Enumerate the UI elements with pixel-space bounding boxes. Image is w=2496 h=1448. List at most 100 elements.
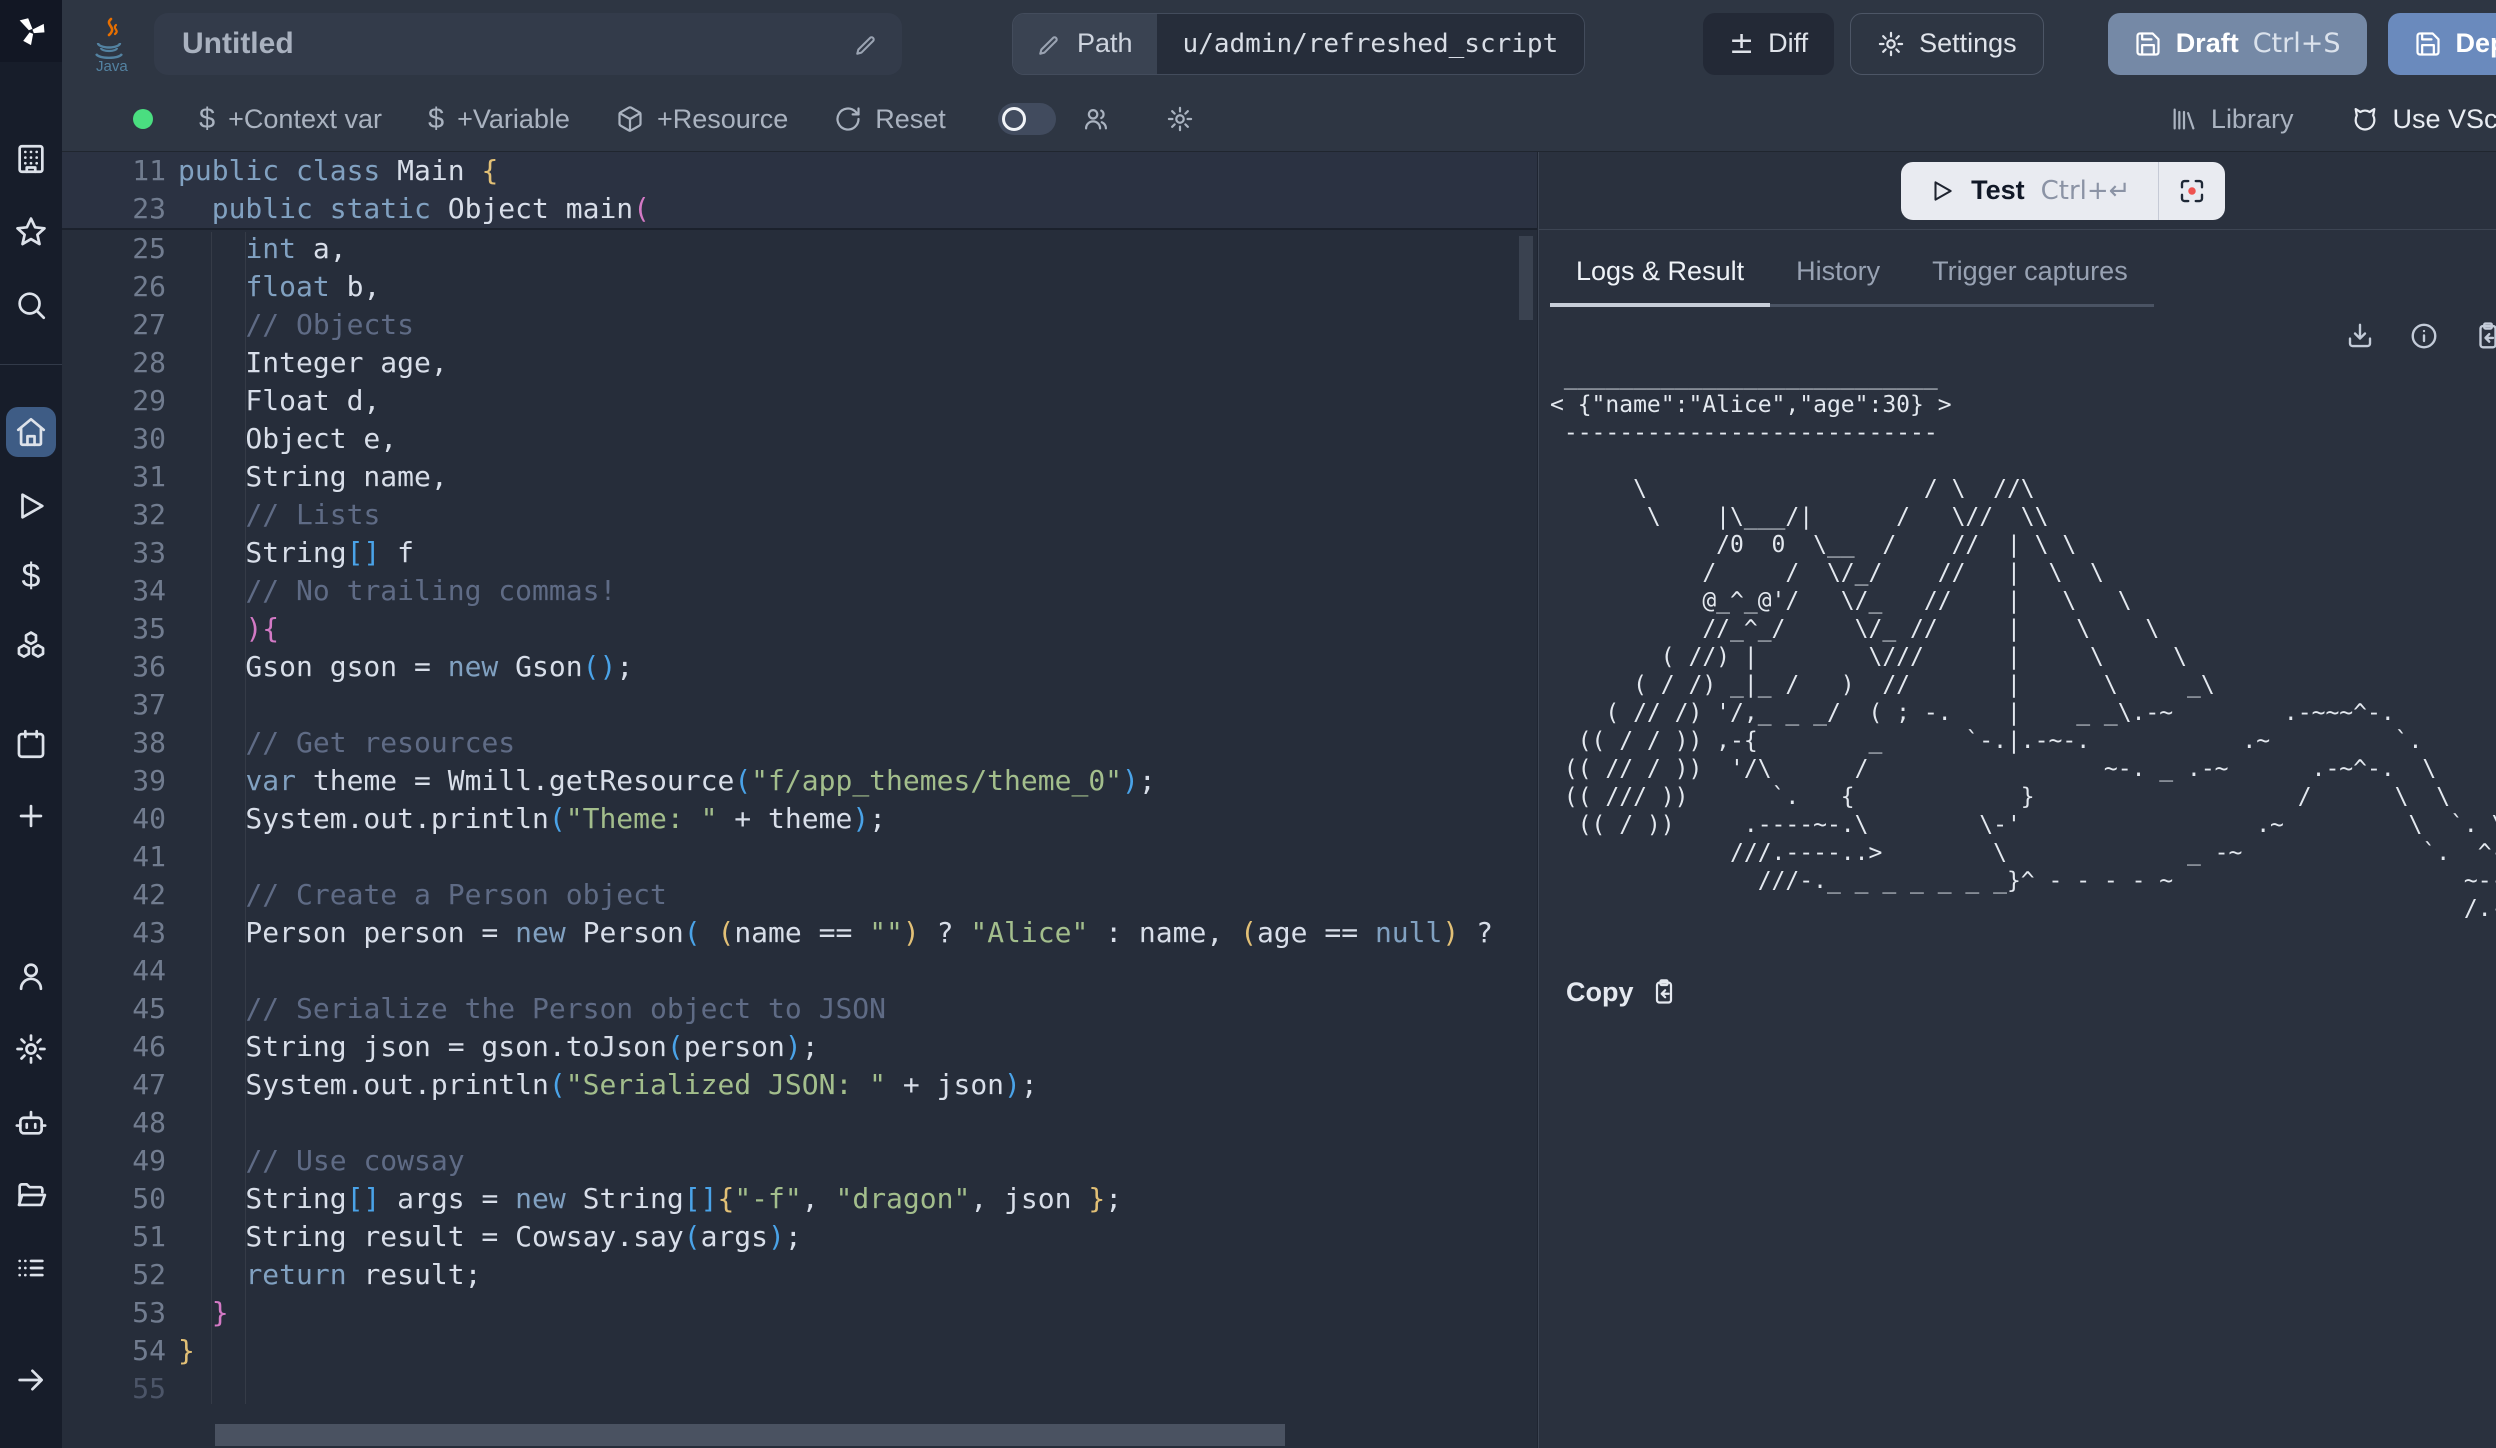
plus-icon[interactable] [14,799,48,833]
list-icon[interactable] [14,1251,48,1285]
settings-gear-icon[interactable] [14,1032,48,1066]
folder-open-icon[interactable] [14,1178,48,1212]
tab-history[interactable]: History [1770,246,1906,304]
code-line: 54} [62,1332,1537,1370]
star-icon[interactable] [14,215,48,249]
line-number: 30 [62,420,166,458]
code-line: 39 var theme = Wmill.getResource("f/app_… [62,762,1537,800]
code-line: 34 // No trailing commas! [62,572,1537,610]
path-label: Path [1077,28,1133,59]
resources-cubes-icon[interactable] [14,629,48,663]
schedules-calendar-icon[interactable] [14,727,48,761]
settings-button[interactable]: Settings [1850,13,2044,75]
java-language-icon: Java [86,15,132,73]
line-number: 38 [62,724,166,762]
code-line: 48 [62,1104,1537,1142]
code-line: 36 Gson gson = new Gson(); [62,648,1537,686]
deploy-button[interactable]: Deploy [2388,13,2496,75]
app-window: $ Java Untitled [0,0,2496,1448]
users-icon[interactable] [1082,105,1110,133]
script-title-input[interactable]: Untitled [154,13,902,75]
runs-play-icon[interactable] [14,489,48,523]
vscode-cat-icon [2351,105,2379,133]
code-line: 41 [62,838,1537,876]
result-actions [1538,307,2496,351]
tab-trigger-captures[interactable]: Trigger captures [1906,246,2154,304]
line-number: 50 [62,1180,166,1218]
line-number: 26 [62,268,166,306]
sidebar-item-home[interactable] [6,407,56,457]
code-line: 50 String[] args = new String[]{"-f", "d… [62,1180,1537,1218]
diff-icon: ± [1729,29,1754,59]
code-line: 26 float b, [62,268,1537,306]
reset-button[interactable]: Reset [834,104,946,135]
diff-button[interactable]: ± Diff [1703,13,1834,75]
collapse-arrow-right-icon[interactable] [14,1363,48,1397]
robot-icon[interactable] [14,1105,48,1139]
code-line: 43 Person person = new Person( (name == … [62,914,1537,952]
code-line: 46 String json = gson.toJson(person); [62,1028,1537,1066]
test-button[interactable]: Test Ctrl+↵ [1901,162,2158,220]
diff-mode-toggle[interactable] [998,103,1056,135]
status-dot [133,109,153,129]
line-number: 47 [62,1066,166,1104]
edit-title-pencil-icon[interactable] [854,31,880,57]
vertical-scrollbar[interactable] [1519,236,1533,320]
line-number: 42 [62,876,166,914]
download-icon[interactable] [2345,321,2375,351]
building-icon[interactable] [14,142,48,176]
variables-dollar-icon[interactable]: $ [22,559,41,593]
tab-logs-result[interactable]: Logs & Result [1550,246,1770,307]
focus-record-icon [2177,176,2207,206]
user-icon[interactable] [14,959,48,993]
edit-path-pencil-icon [1037,31,1063,57]
code-line: 47 System.out.println("Serialized JSON: … [62,1066,1537,1104]
sticky-scope-header: 11public class Main {23 public static Ob… [62,152,1537,230]
horizontal-scrollbar[interactable] [215,1424,1285,1446]
add-resource-button[interactable]: +Resource [616,104,788,135]
line-number: 45 [62,990,166,1028]
draft-shortcut: Ctrl+S [2253,28,2341,59]
sidebar: $ [0,0,62,1448]
code-line: 51 String result = Cowsay.say(args); [62,1218,1537,1256]
add-context-var-button[interactable]: $ +Context var [199,103,382,136]
code-line: 52 return result; [62,1256,1537,1294]
line-number: 51 [62,1218,166,1256]
diff-label: Diff [1768,28,1808,59]
draft-button[interactable]: Draft Ctrl+S [2108,13,2367,75]
code-line: 55 [62,1370,1537,1408]
copy-result-button[interactable]: Copy [1566,977,2496,1008]
info-icon[interactable] [2409,321,2439,351]
draft-label: Draft [2176,28,2239,59]
line-number: 43 [62,914,166,952]
line-number: 41 [62,838,166,876]
code-editor[interactable]: 11public class Main {23 public static Ob… [62,152,1537,1448]
capture-run-button[interactable] [2159,162,2225,220]
code-line: 38 // Get resources [62,724,1537,762]
result-panel: Test Ctrl+↵ Logs & ResultHisto [1537,152,2496,1448]
use-vscode-button[interactable]: Use VScode [2351,104,2496,135]
line-number: 44 [62,952,166,990]
path-input[interactable]: u/admin/refreshed_script [1157,14,1585,74]
search-icon[interactable] [14,288,48,322]
line-number: 37 [62,686,166,724]
path-edit-button[interactable]: Path [1013,14,1157,74]
code-line: 29 Float d, [62,382,1537,420]
settings-label: Settings [1919,28,2017,59]
line-number: 28 [62,344,166,382]
line-number: 27 [62,306,166,344]
library-button[interactable]: Library [2170,104,2294,135]
reset-label: Reset [875,104,946,135]
path-control: Path u/admin/refreshed_script [1012,13,1585,75]
code-lines[interactable]: 25 int a,26 float b,27 // Objects28 Inte… [62,230,1537,1408]
line-number: 32 [62,496,166,534]
editor-settings-gear-icon[interactable] [1166,105,1194,133]
windmill-logo-icon[interactable] [0,0,62,62]
clipboard-copy-icon[interactable] [2473,321,2496,351]
copy-label: Copy [1566,977,1634,1008]
code-line: 40 System.out.println("Theme: " + theme)… [62,800,1537,838]
code-line: 49 // Use cowsay [62,1142,1537,1180]
path-value: u/admin/refreshed_script [1183,29,1559,59]
add-resource-label: +Resource [657,104,788,135]
add-variable-button[interactable]: $ +Variable [428,103,570,136]
